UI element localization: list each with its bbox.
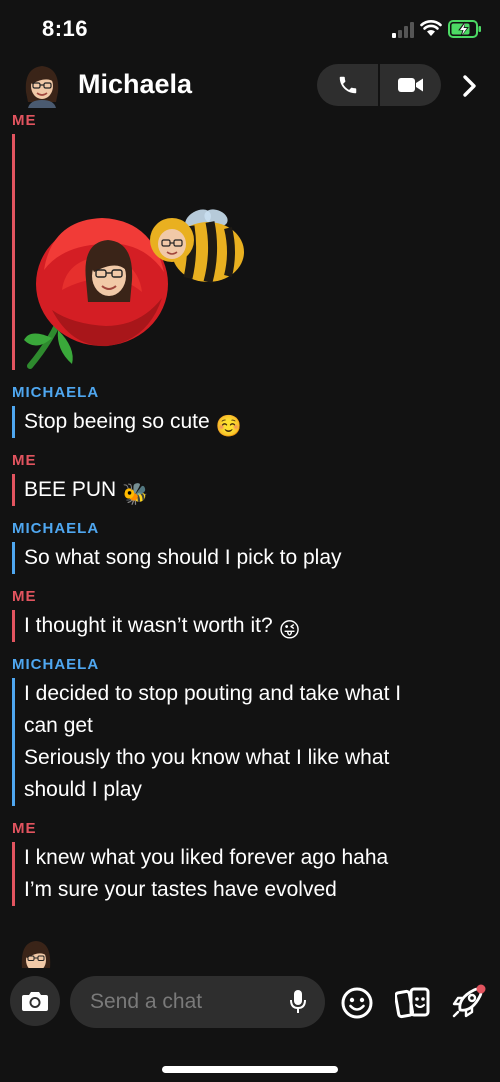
chevron-right-icon: [463, 75, 476, 97]
message-line: BEE PUN: [24, 478, 117, 501]
camera-button[interactable]: [10, 976, 60, 1026]
message-bar-michaela: [12, 406, 15, 438]
message-line: I knew what you liked forever ago haha: [24, 846, 389, 869]
status-bar: 8:16: [0, 0, 500, 60]
message-line: Seriously tho you know what I like what: [24, 746, 390, 769]
rocket-icon[interactable]: [450, 984, 486, 1020]
message-bar-me: [12, 842, 15, 906]
chat-header: Michaela: [0, 60, 500, 112]
message-text[interactable]: I knew what you liked forever ago haha I…: [24, 842, 484, 906]
sender-label-me: ME: [12, 452, 37, 469]
message-bar-michaela: [12, 542, 15, 574]
chat-input-bar: [0, 972, 500, 1082]
message-text[interactable]: Stop beeing so cute ☺️: [24, 406, 484, 443]
message-bar-me: [12, 610, 15, 642]
microphone-icon: [290, 990, 306, 1013]
avatar[interactable]: [20, 62, 64, 108]
battery-charging-icon: [448, 20, 481, 38]
message-line: I’m sure your tastes have evolved: [24, 878, 337, 901]
home-indicator[interactable]: [162, 1066, 338, 1073]
message-line: can get: [24, 714, 93, 737]
message-bar-me: [12, 134, 15, 370]
chat-title[interactable]: Michaela: [78, 69, 192, 100]
chat-input-field[interactable]: [70, 976, 325, 1028]
typing-avatar: [21, 941, 51, 968]
sender-label-me: ME: [12, 588, 37, 605]
message-text[interactable]: BEE PUN 🐝: [24, 474, 484, 511]
voice-call-button[interactable]: [317, 64, 378, 106]
sender-label-me: ME: [12, 820, 37, 837]
smiley-icon[interactable]: [340, 986, 374, 1020]
smiling-face-emoji: ☺️: [215, 415, 242, 438]
message-text[interactable]: So what song should I pick to play: [24, 542, 484, 574]
sender-label-michaela: MICHAELA: [12, 384, 100, 401]
call-controls: [317, 64, 441, 106]
sender-label-michaela: MICHAELA: [12, 520, 100, 537]
chat-input[interactable]: [90, 976, 280, 1028]
sticker-icon[interactable]: [395, 986, 431, 1020]
camera-icon: [22, 992, 48, 1011]
cellular-signal-icon: [392, 22, 414, 38]
winking-tongue-emoji: 😜: [278, 619, 301, 642]
video-camera-icon: [397, 78, 423, 92]
microphone-button[interactable]: [284, 988, 312, 1016]
sender-label-michaela: MICHAELA: [12, 656, 100, 673]
chevron-right-button[interactable]: [455, 66, 485, 106]
bitmoji-rose-and-bee-sticker[interactable]: [22, 180, 252, 372]
message-bar-me: [12, 474, 15, 506]
message-line: I thought it wasn’t worth it?: [24, 614, 273, 637]
message-bar-michaela: [12, 678, 15, 806]
bee-emoji: 🐝: [122, 483, 149, 506]
status-time: 8:16: [42, 16, 89, 41]
message-text[interactable]: I decided to stop pouting and take what …: [24, 678, 484, 806]
message-text[interactable]: I thought it wasn’t worth it? 😜: [24, 610, 484, 647]
phone-icon: [339, 76, 356, 94]
video-call-button[interactable]: [380, 64, 441, 106]
message-line: I decided to stop pouting and take what …: [24, 682, 402, 705]
message-line: should I play: [24, 778, 142, 801]
message-line: Stop beeing so cute: [24, 410, 210, 433]
message-list[interactable]: ME MICHAELA Stop beeing so cute ☺️ ME BE…: [0, 112, 500, 972]
wifi-icon: [420, 20, 442, 36]
message-line: So what song should I pick to play: [24, 546, 342, 569]
sender-label-me: ME: [12, 114, 37, 126]
